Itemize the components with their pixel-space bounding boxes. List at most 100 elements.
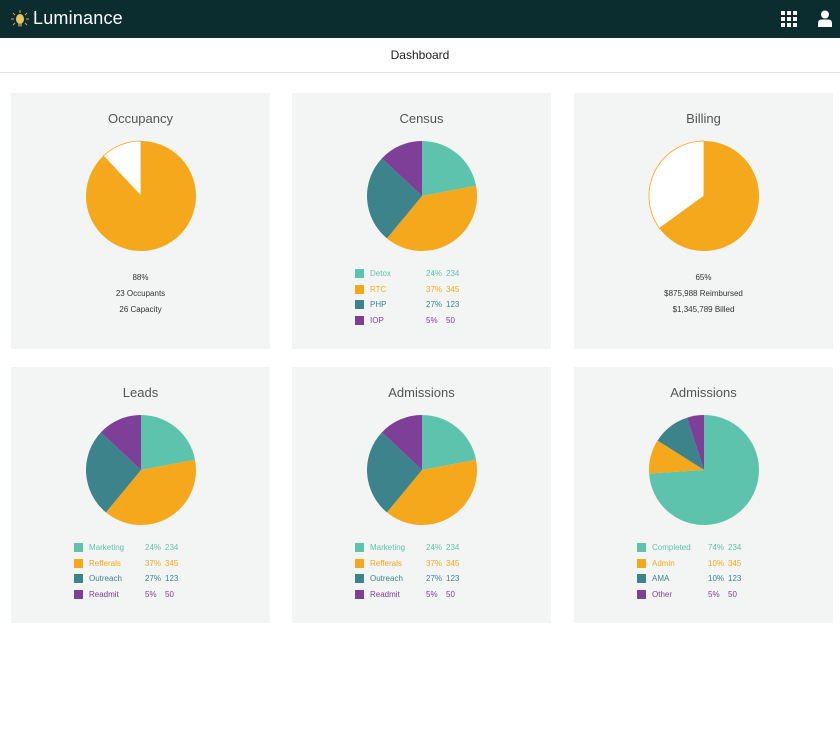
legend-swatch <box>74 543 83 553</box>
legend: Marketing 24% 234 Refferals 37% 345 Outreach 27… <box>74 540 195 602</box>
legend-label: AMA <box>652 574 670 584</box>
legend-percent: 27% <box>426 300 443 310</box>
card-stats: 65% $875,988 Reimbursed $1,345,789 Bille… <box>574 270 833 318</box>
legend-swatch <box>355 315 364 325</box>
legend-item: Refferals 37% 345 <box>355 556 476 572</box>
card-title: Census <box>399 111 444 126</box>
legend-count: 234 <box>446 543 460 553</box>
pie-chart <box>649 415 759 525</box>
legend: Completed 74% 234 Admin 10% 345 AMA 10% 123 Other… <box>637 540 758 602</box>
legend-swatch <box>355 300 364 310</box>
legend-count: 345 <box>446 284 460 294</box>
legend-swatch <box>355 589 364 599</box>
legend-count: 234 <box>446 269 460 279</box>
legend-item: IOP 5% 50 <box>355 313 476 329</box>
pie-chart <box>86 140 196 251</box>
legend-item: Outreach 27% 123 <box>355 571 476 587</box>
legend-percent: 24% <box>145 543 162 553</box>
legend-percent: 10% <box>708 574 725 584</box>
card-title: Billing <box>686 111 721 126</box>
grid-icon[interactable] <box>781 11 797 27</box>
card-leads: Leads Marketing 24% 234 Refferals 37% 345 Outr… <box>11 367 270 623</box>
legend-label: RTC <box>370 284 387 294</box>
card-title: Admissions <box>670 385 737 400</box>
legend-percent: 37% <box>426 284 443 294</box>
legend: Detox 24% 234 RTC 37% 345 PHP 27% 123 IOP 5% 50 <box>355 266 476 328</box>
legend-count: 123 <box>165 574 179 584</box>
card-occupancy: Occupancy 88% 23 Occupants 26 Capacity <box>11 93 270 349</box>
top-bar: Luminance <box>0 0 840 38</box>
card-title: Leads <box>122 385 159 400</box>
legend-item: Readmit 5% 50 <box>355 587 476 603</box>
legend-label: PHP <box>370 300 387 310</box>
stat-percent: 65% <box>695 273 712 282</box>
legend-item: Detox 24% 234 <box>355 266 476 282</box>
legend-swatch <box>637 558 646 568</box>
legend-percent: 27% <box>426 574 443 584</box>
legend-label: Completed <box>652 543 691 553</box>
card-stats: 88% 23 Occupants 26 Capacity <box>11 270 270 318</box>
legend-label: IOP <box>370 315 384 325</box>
legend-count: 345 <box>728 558 742 568</box>
legend-label: Outreach <box>370 574 403 584</box>
legend-percent: 24% <box>426 269 443 279</box>
legend-percent: 37% <box>426 558 443 568</box>
legend-count: 234 <box>728 543 742 553</box>
card-title: Admissions <box>388 385 455 400</box>
legend-count: 123 <box>446 574 460 584</box>
legend-label: Readmit <box>370 589 400 599</box>
legend-item: Admin 10% 345 <box>637 556 758 572</box>
legend-label: Refferals <box>89 558 121 568</box>
legend-count: 234 <box>165 543 179 553</box>
legend-item: Completed 74% 234 <box>637 540 758 556</box>
legend-label: Outreach <box>89 574 122 584</box>
app-brand[interactable]: Luminance <box>33 8 123 29</box>
legend-label: Marketing <box>89 543 125 553</box>
legend-count: 345 <box>446 558 460 568</box>
stat-reimbursed: $875,988 Reimbursed <box>664 289 743 298</box>
legend-swatch <box>74 589 83 599</box>
legend-item: RTC 37% 345 <box>355 282 476 298</box>
legend-swatch <box>637 574 646 584</box>
pie-chart <box>85 415 196 525</box>
legend-label: Readmit <box>89 589 119 599</box>
legend-percent: 5% <box>426 589 438 599</box>
legend-swatch <box>74 558 83 568</box>
legend-count: 345 <box>165 558 179 568</box>
legend-percent: 5% <box>145 589 157 599</box>
legend-label: Detox <box>370 269 391 279</box>
legend-item: Other 5% 50 <box>637 587 758 603</box>
legend-item: AMA 10% 123 <box>637 571 758 587</box>
legend-item: Marketing 24% 234 <box>355 540 476 556</box>
legend-percent: 74% <box>708 543 725 553</box>
user-icon[interactable] <box>818 10 832 27</box>
legend-count: 50 <box>165 589 174 599</box>
legend-count: 123 <box>728 574 742 584</box>
legend-label: Marketing <box>370 543 406 553</box>
legend-item: Readmit 5% 50 <box>74 587 195 603</box>
legend-count: 123 <box>446 300 460 310</box>
legend-item: Refferals 37% 345 <box>74 556 195 572</box>
legend-swatch <box>355 543 364 553</box>
legend-percent: 10% <box>708 558 725 568</box>
legend-swatch <box>355 574 364 584</box>
stat-billed: $1,345,789 Billed <box>672 305 735 314</box>
stat-occupants: 23 Occupants <box>115 289 166 298</box>
page-title: Dashboard <box>390 48 450 62</box>
card-billing: Billing 65% $875,988 Reimbursed $1,345,7… <box>574 93 833 349</box>
legend-percent: 5% <box>708 589 720 599</box>
legend-item: Outreach 27% 123 <box>74 571 195 587</box>
legend-label: Other <box>652 589 673 599</box>
stat-capacity: 26 Capacity <box>119 305 162 314</box>
legend-label: Refferals <box>370 558 402 568</box>
pie-chart <box>367 141 477 251</box>
legend-swatch <box>355 269 364 279</box>
legend-count: 50 <box>446 589 455 599</box>
legend-count: 50 <box>728 589 737 599</box>
legend-percent: 24% <box>426 543 443 553</box>
legend-label: Admin <box>652 558 675 568</box>
legend-percent: 27% <box>145 574 162 584</box>
legend-item: PHP 27% 123 <box>355 297 476 313</box>
legend-percent: 5% <box>426 315 438 325</box>
card-census: Census Detox 24% 234 RTC 37% 345 PHP 27% 123 IOP 5… <box>292 93 551 349</box>
